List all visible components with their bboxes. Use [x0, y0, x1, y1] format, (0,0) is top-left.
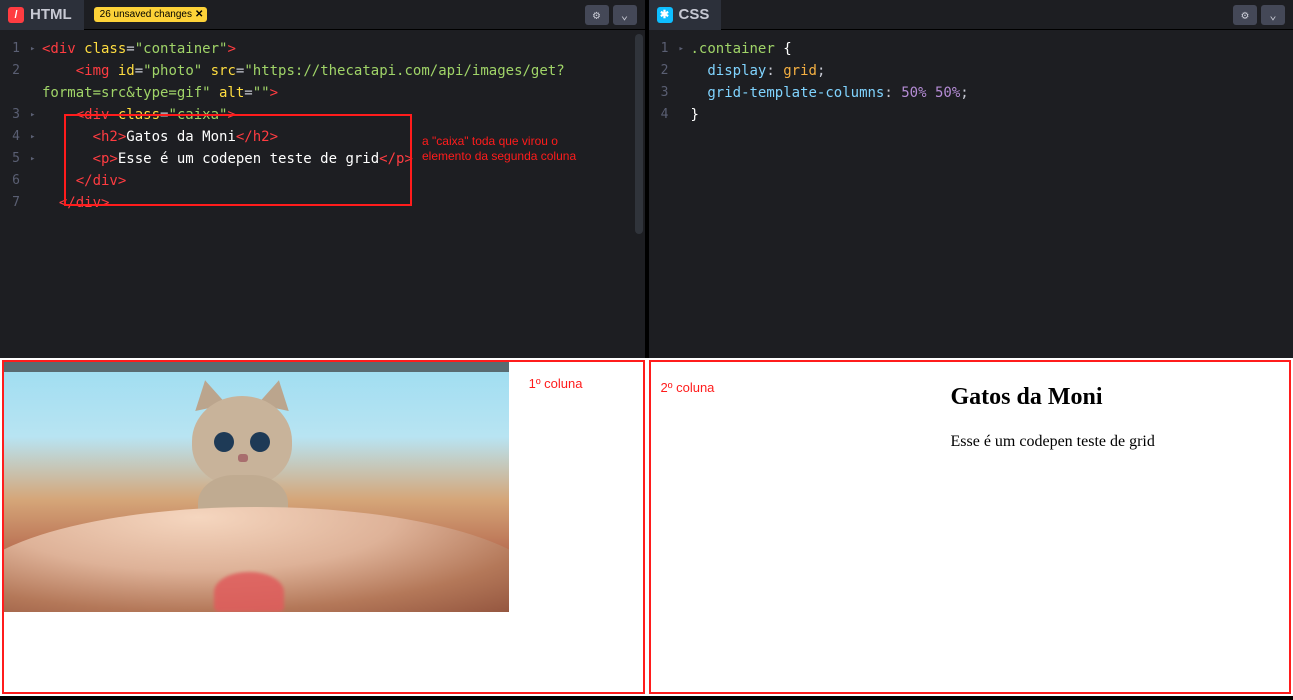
- col1-annotation: 1º coluna: [529, 376, 583, 391]
- rendered-heading: Gatos da Moni: [951, 384, 1155, 411]
- tab-html-label: HTML: [30, 6, 72, 23]
- panel-header-css: ✱ CSS ⚙ ⌄: [649, 0, 1293, 30]
- settings-button[interactable]: ⚙: [1233, 5, 1257, 25]
- dropdown-button[interactable]: ⌄: [613, 5, 637, 25]
- gear-icon: ⚙: [593, 8, 600, 22]
- tab-css[interactable]: ✱ CSS: [649, 0, 722, 30]
- chevron-down-icon: ⌄: [1269, 8, 1276, 22]
- html-icon: /: [8, 7, 24, 23]
- panel-css: ✱ CSS ⚙ ⌄ 1▸.container { 2 display: grid…: [649, 0, 1293, 358]
- tab-css-label: CSS: [679, 6, 710, 23]
- editor-css[interactable]: 1▸.container { 2 display: grid; 3 grid-t…: [649, 30, 1293, 358]
- css-icon: ✱: [657, 7, 673, 23]
- close-icon[interactable]: ✕: [195, 9, 203, 20]
- preview-col-1: 1º coluna: [2, 360, 645, 694]
- gear-icon: ⚙: [1241, 8, 1248, 22]
- unsaved-changes-badge[interactable]: 26 unsaved changes ✕: [94, 7, 208, 22]
- editor-html[interactable]: 1▸<div class="container"> 2 <img id="pho…: [0, 30, 645, 358]
- chevron-down-icon: ⌄: [621, 8, 628, 22]
- dropdown-button[interactable]: ⌄: [1261, 5, 1285, 25]
- rendered-content: Gatos da Moni Esse é um codepen teste de…: [951, 384, 1155, 451]
- col2-annotation: 2º coluna: [661, 380, 715, 395]
- rendered-paragraph: Esse é um codepen teste de grid: [951, 433, 1155, 451]
- settings-button[interactable]: ⚙: [585, 5, 609, 25]
- preview-col-2: 2º coluna Gatos da Moni Esse é um codepe…: [649, 360, 1292, 694]
- cat-image: [4, 362, 509, 612]
- panel-header-html: / HTML 26 unsaved changes ✕ ⚙ ⌄: [0, 0, 645, 30]
- panel-html: / HTML 26 unsaved changes ✕ ⚙ ⌄ 1▸<div c…: [0, 0, 645, 358]
- badge-text: 26 unsaved changes: [100, 9, 192, 20]
- preview-pane: 1º coluna 2º coluna Gatos da Moni Esse é…: [0, 358, 1293, 696]
- annotation-text: a "caixa" toda que virou o elemento da s…: [422, 134, 592, 164]
- editor-top-row: / HTML 26 unsaved changes ✕ ⚙ ⌄ 1▸<div c…: [0, 0, 1293, 358]
- tab-html[interactable]: / HTML: [0, 0, 84, 30]
